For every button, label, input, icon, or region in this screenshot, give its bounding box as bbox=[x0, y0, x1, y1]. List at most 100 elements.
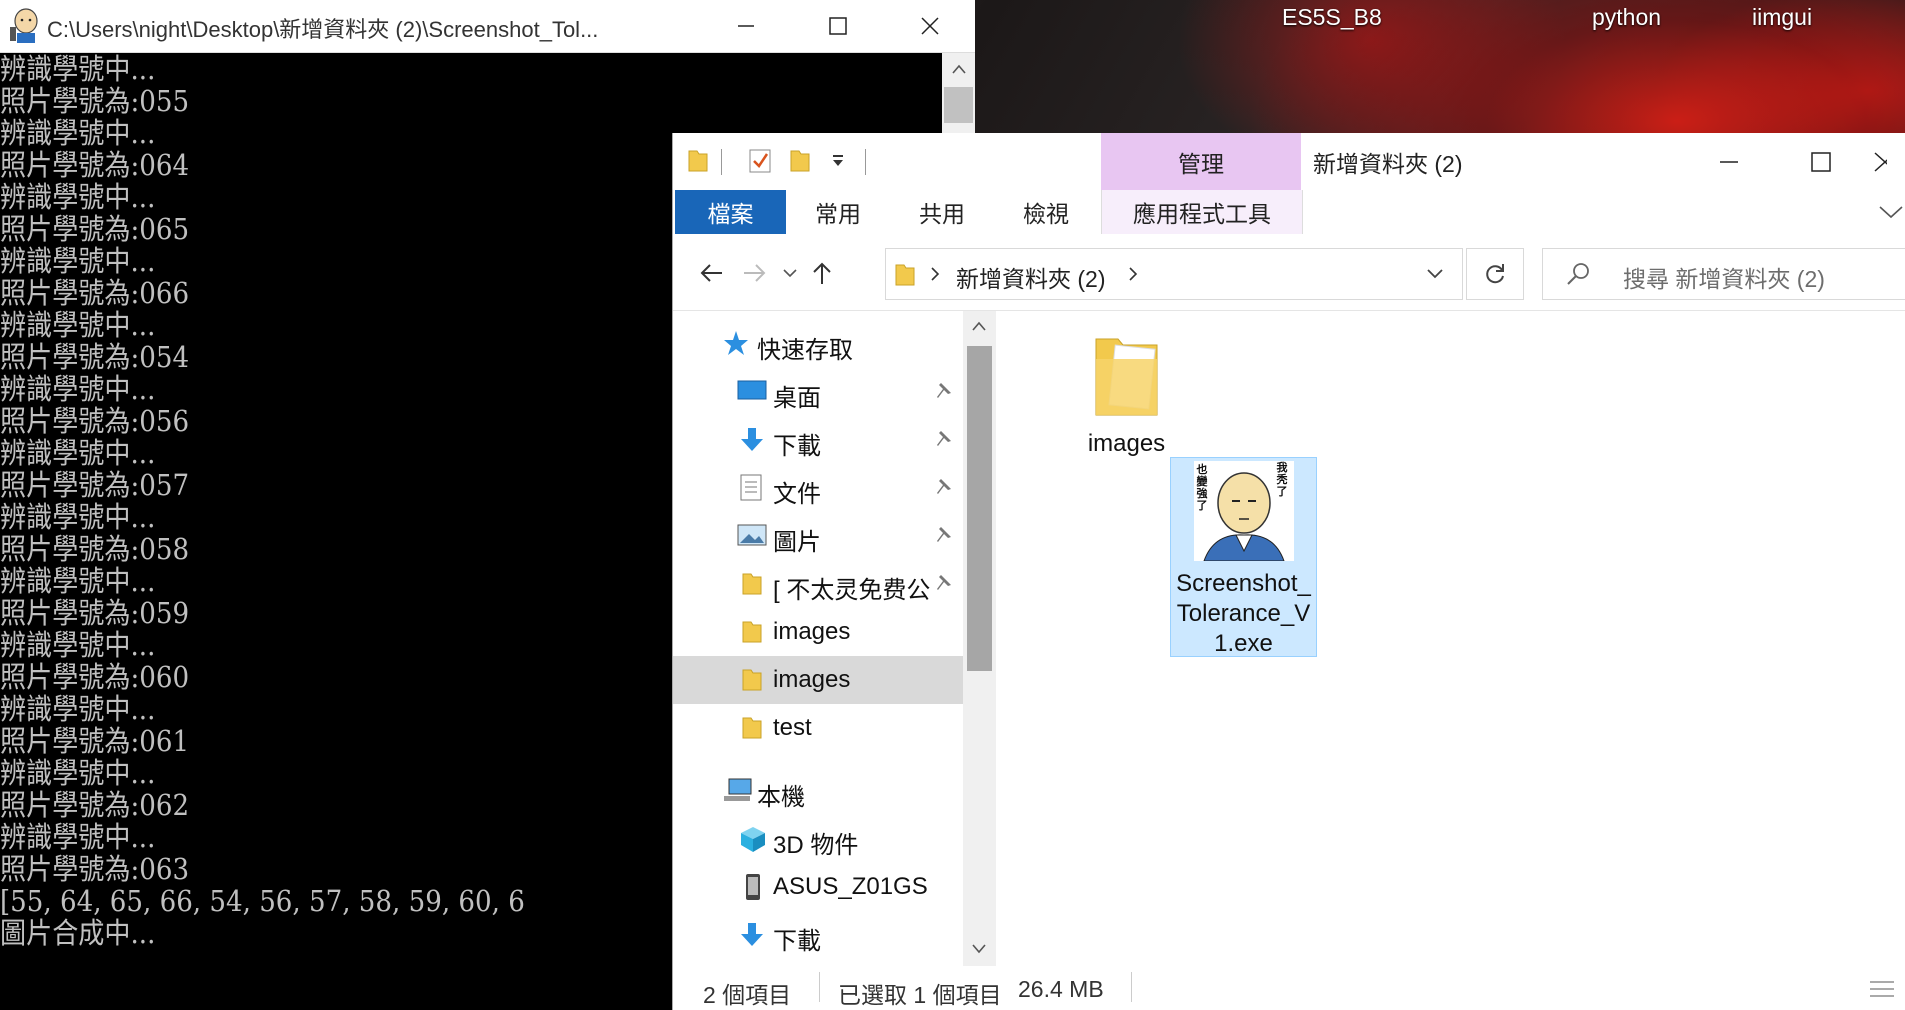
tab-view[interactable]: 檢視 bbox=[994, 190, 1098, 234]
arrow-left-icon bbox=[700, 264, 722, 282]
properties-icon[interactable] bbox=[747, 147, 773, 175]
phone-device-icon bbox=[746, 874, 760, 900]
nav-item-asus-device[interactable]: ASUS_Z01GS bbox=[673, 863, 963, 911]
desktop-icon-label-python[interactable]: python bbox=[1592, 4, 1661, 31]
scroll-up-arrow-icon[interactable] bbox=[972, 321, 986, 331]
nav-label: [ 不太灵免费公 bbox=[773, 577, 931, 604]
nav-label: 文件 bbox=[773, 481, 821, 508]
nav-item-pictures[interactable]: 圖片 bbox=[673, 512, 963, 560]
console-title: C:\Users\night\Desktop\新增資料夾 (2)\Screens… bbox=[47, 17, 599, 42]
new-folder-icon[interactable] bbox=[789, 147, 811, 173]
nav-label: ASUS_Z01GS bbox=[773, 873, 928, 900]
refresh-button[interactable] bbox=[1466, 248, 1524, 300]
console-maximize-button[interactable] bbox=[792, 0, 884, 52]
folder-icon bbox=[742, 621, 762, 643]
console-close-button[interactable] bbox=[884, 0, 976, 52]
minimize-icon bbox=[738, 25, 754, 27]
pin-icon[interactable] bbox=[933, 476, 955, 498]
navigation-pane: 快速存取 桌面 下載 文件 圖片 [ 不太灵免费公 images images … bbox=[673, 311, 963, 966]
expand-ribbon-chevron-icon[interactable] bbox=[1878, 204, 1904, 220]
file-list: images 我秃了 也變強了 Screenshot_Tolerance_V1.… bbox=[997, 311, 1905, 966]
nav-item-test[interactable]: test bbox=[673, 704, 963, 752]
chevron-right-icon bbox=[931, 267, 940, 281]
close-icon bbox=[921, 17, 939, 35]
minimize-icon bbox=[1720, 160, 1738, 163]
nav-item-desktop[interactable]: 桌面 bbox=[673, 368, 963, 416]
nav-item-quick-access[interactable]: 快速存取 bbox=[673, 320, 963, 368]
tab-manage[interactable]: 管理 bbox=[1101, 133, 1301, 190]
maximize-icon bbox=[829, 17, 847, 35]
customize-qat-icon[interactable] bbox=[831, 155, 845, 167]
file-explorer-window: 管理 新增資料夾 (2) 檔案 常用 共用 檢視 應用程式工具 新增資料夾 (2… bbox=[672, 133, 1905, 1010]
folder-icon bbox=[895, 264, 915, 286]
search-box[interactable]: 搜尋 新增資料夾 (2) bbox=[1542, 248, 1905, 300]
console-line: 照片學號為:055 bbox=[0, 84, 190, 118]
pin-icon[interactable] bbox=[933, 380, 955, 402]
desktop-icon bbox=[737, 380, 767, 400]
chevron-right-icon[interactable] bbox=[1128, 267, 1138, 281]
file-item-screenshot-exe[interactable]: 我秃了 也變強了 Screenshot_Tolerance_V1.exe bbox=[1170, 457, 1317, 657]
cube-3d-icon bbox=[741, 827, 765, 852]
address-bar[interactable]: 新增資料夾 (2) bbox=[885, 248, 1463, 300]
search-placeholder: 搜尋 新增資料夾 (2) bbox=[1623, 266, 1825, 292]
status-item-count: 2 個項目 bbox=[703, 982, 792, 1008]
forward-button[interactable] bbox=[737, 256, 771, 290]
desktop-icon-label-iimgui[interactable]: iimgui bbox=[1752, 4, 1812, 31]
explorer-maximize-button[interactable] bbox=[1775, 133, 1867, 190]
close-icon bbox=[1874, 151, 1887, 172]
breadcrumb-current-folder[interactable]: 新增資料夾 (2) bbox=[956, 260, 1106, 294]
pin-icon[interactable] bbox=[933, 572, 955, 594]
tab-share[interactable]: 共用 bbox=[890, 190, 994, 234]
address-history-chevron-icon[interactable] bbox=[1426, 268, 1444, 280]
folder-icon bbox=[742, 669, 762, 691]
nav-item-3d-objects[interactable]: 3D 物件 bbox=[673, 815, 963, 863]
explorer-titlebar[interactable]: 管理 新增資料夾 (2) bbox=[673, 133, 1905, 190]
navigation-pane-scroll-thumb[interactable] bbox=[967, 346, 992, 671]
nav-label: 本機 bbox=[757, 784, 805, 811]
file-item-images-folder[interactable]: images bbox=[1054, 321, 1199, 459]
exe-icon-caption-left: 也變強了 bbox=[1196, 464, 1208, 512]
recent-locations-button[interactable] bbox=[773, 256, 807, 290]
tab-app-tools[interactable]: 應用程式工具 bbox=[1101, 190, 1303, 234]
chevron-down-icon bbox=[783, 269, 797, 278]
arrow-right-icon bbox=[744, 264, 766, 282]
scroll-down-arrow-icon[interactable] bbox=[972, 944, 986, 954]
console-minimize-button[interactable] bbox=[700, 0, 792, 52]
file-name: images bbox=[1087, 430, 1166, 457]
nav-item-bt-folder[interactable]: [ 不太灵免费公 bbox=[673, 560, 963, 608]
scroll-up-arrow-icon[interactable] bbox=[942, 53, 975, 85]
explorer-title: 新增資料夾 (2) bbox=[1313, 151, 1463, 177]
back-button[interactable] bbox=[695, 256, 729, 290]
download-arrow-icon bbox=[741, 428, 763, 451]
desktop-icon-label-es5s[interactable]: ES5S_B8 bbox=[1282, 4, 1382, 31]
nav-item-downloads-pc[interactable]: 下載 bbox=[673, 911, 963, 959]
nav-label: images bbox=[773, 618, 851, 645]
navigation-pane-scrollbar[interactable] bbox=[963, 311, 996, 966]
pin-icon[interactable] bbox=[933, 428, 955, 450]
status-bar: 2 個項目 已選取 1 個項目 26.4 MB bbox=[673, 966, 1905, 1010]
tab-file[interactable]: 檔案 bbox=[675, 190, 786, 234]
details-view-icon[interactable] bbox=[1868, 978, 1896, 1000]
folder-icon bbox=[742, 573, 762, 595]
download-arrow-icon bbox=[741, 923, 763, 946]
console-titlebar[interactable]: C:\Users\night\Desktop\新增資料夾 (2)\Screens… bbox=[0, 0, 975, 53]
document-icon bbox=[740, 474, 762, 501]
up-button[interactable] bbox=[805, 256, 839, 290]
star-icon bbox=[724, 331, 748, 355]
nav-label: 桌面 bbox=[773, 385, 821, 412]
explorer-minimize-button[interactable] bbox=[1683, 133, 1775, 190]
nav-item-images-2[interactable]: images bbox=[673, 656, 963, 704]
search-icon bbox=[1567, 263, 1589, 285]
explorer-close-button[interactable] bbox=[1867, 133, 1905, 190]
maximize-icon bbox=[1811, 151, 1831, 172]
nav-label: 下載 bbox=[773, 433, 821, 460]
tab-home[interactable]: 常用 bbox=[786, 190, 890, 234]
nav-item-images-1[interactable]: images bbox=[673, 608, 963, 656]
console-scroll-thumb[interactable] bbox=[944, 87, 973, 123]
nav-item-this-pc[interactable]: 本機 bbox=[673, 767, 963, 815]
nav-item-downloads[interactable]: 下載 bbox=[673, 416, 963, 464]
nav-label: test bbox=[773, 714, 812, 741]
nav-label: 快速存取 bbox=[757, 337, 853, 364]
pin-icon[interactable] bbox=[933, 524, 955, 546]
nav-item-documents[interactable]: 文件 bbox=[673, 464, 963, 512]
